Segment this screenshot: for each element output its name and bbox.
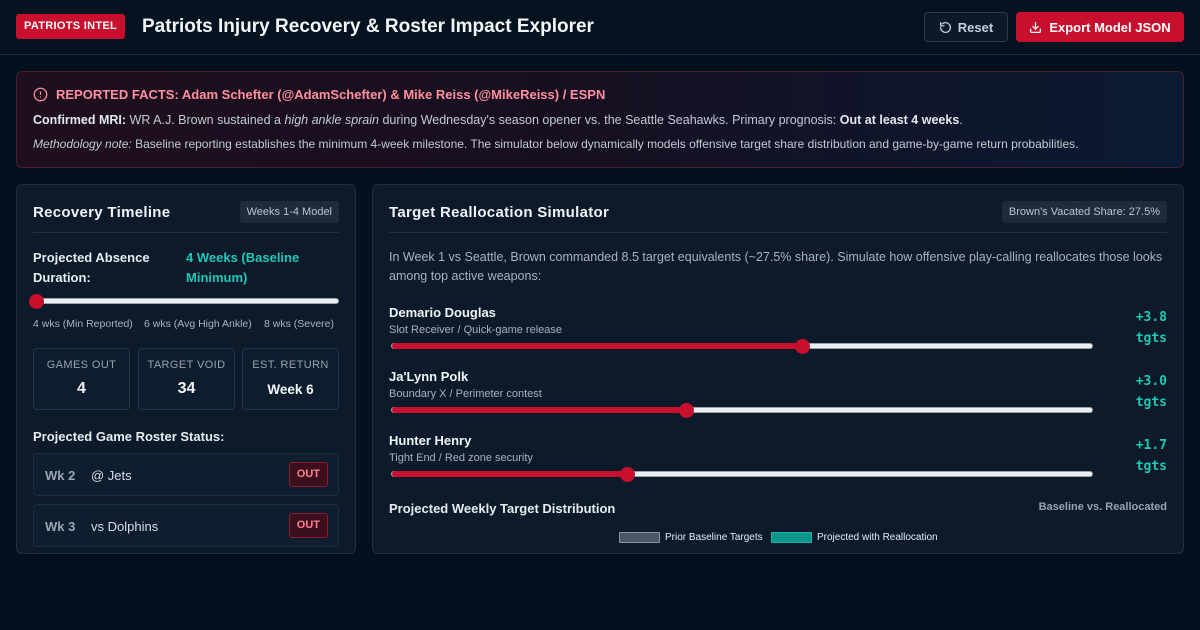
stat-label: EST. RETURN (252, 359, 329, 371)
reset-icon (939, 21, 951, 33)
player-target-slider[interactable] (391, 403, 1093, 418)
legend-reallocated: Projected with Reallocation (771, 532, 938, 543)
roster-row: Wk 3 vs Dolphins OUT (33, 504, 339, 547)
distribution-subtitle: Baseline vs. Reallocated (1038, 501, 1167, 513)
mri-label: Confirmed MRI: (33, 113, 127, 127)
alert-title: REPORTED FACTS: Adam Schefter (@AdamSche… (33, 87, 605, 102)
reported-facts-alert: REPORTED FACTS: Adam Schefter (@AdamSche… (16, 71, 1184, 168)
tick-severe: 8 wks (Severe) (264, 318, 335, 330)
mri-line: Confirmed MRI: WR A.J. Brown sustained a… (33, 113, 963, 127)
player-role: Slot Receiver / Quick-game release (389, 324, 563, 336)
slider-fill (392, 407, 686, 413)
target-reallocation-card: Target Reallocation Simulator Brown's Va… (372, 184, 1184, 554)
brand-badge: PATRIOTS INTEL (16, 14, 126, 39)
player-delta: +3.0 tgts (1117, 371, 1167, 413)
vacated-share-tag: Brown's Vacated Share: 27.5% (1001, 201, 1167, 223)
slider-thumb[interactable] (679, 403, 694, 418)
roster-week: Wk 2 (45, 468, 76, 483)
slider-thumb[interactable] (794, 339, 810, 354)
mri-emphasis: high ankle sprain (284, 113, 379, 127)
slider-fill (392, 471, 627, 477)
absence-label: Projected Absence Duration: (33, 250, 150, 285)
reset-button[interactable]: Reset (924, 12, 1008, 42)
roster-heading: Projected Game Roster Status: (33, 429, 225, 444)
player-role: Boundary X / Perimeter contest (389, 388, 542, 400)
player-delta: +1.7 tgts (1117, 435, 1167, 477)
distribution-title: Projected Weekly Target Distribution (389, 501, 616, 516)
methodology-label: Methodology note: (33, 137, 132, 151)
tick-min: 4 wks (Min Reported) (33, 318, 133, 330)
player-target-slider[interactable] (391, 339, 1093, 354)
stat-value: 4 (77, 380, 86, 397)
mri-text-1: WR A.J. Brown sustained a (129, 113, 281, 127)
stat-games-out: GAMES OUT 4 (33, 348, 130, 410)
simulator-description: In Week 1 vs Seattle, Brown commanded 8.… (389, 250, 1163, 283)
export-button[interactable]: Export Model JSON (1016, 12, 1184, 42)
player-name: Demario Douglas (389, 305, 496, 320)
slider-thumb[interactable] (619, 467, 635, 482)
download-icon (1030, 21, 1042, 33)
delta-unit: tgts (1135, 331, 1167, 346)
player-delta: +3.8 tgts (1117, 307, 1167, 349)
delta-value: +3.0 (1135, 374, 1167, 389)
delta-unit: tgts (1135, 395, 1167, 410)
methodology-text: Baseline reporting establishes the minim… (135, 137, 1079, 151)
player-target-slider[interactable] (391, 467, 1093, 482)
reset-label: Reset (957, 19, 994, 35)
slider-thumb[interactable] (29, 294, 44, 309)
stat-value: 34 (177, 380, 196, 397)
player-name: Ja'Lynn Polk (389, 369, 469, 384)
stat-value: Week 6 (267, 382, 314, 397)
stat-est-return: EST. RETURN Week 6 (242, 348, 339, 410)
alert-title-text: REPORTED FACTS: Adam Schefter (@AdamSche… (56, 87, 606, 102)
legend-swatch (619, 532, 660, 543)
stat-label: TARGET VOID (147, 359, 226, 371)
card-title: Target Reallocation Simulator (389, 204, 610, 221)
card-title: Recovery Timeline (33, 204, 171, 221)
tick-avg: 6 wks (Avg High Ankle) (144, 318, 252, 330)
roster-opponent: vs Dolphins (91, 519, 159, 534)
status-badge: OUT (288, 513, 328, 538)
recovery-timeline-card: Recovery Timeline Weeks 1-4 Model Projec… (16, 184, 356, 554)
slider-fill (392, 343, 802, 349)
mri-text-2: during Wednesday's season opener vs. the… (382, 113, 837, 127)
roster-opponent: @ Jets (91, 468, 132, 483)
mri-end: . (959, 113, 963, 127)
roster-week: Wk 3 (45, 519, 76, 534)
player-name: Hunter Henry (389, 433, 472, 448)
delta-value: +3.8 (1135, 310, 1167, 325)
model-tag: Weeks 1-4 Model (239, 201, 339, 223)
absence-value: 4 Weeks (Baseline Minimum) (186, 250, 300, 285)
delta-unit: tgts (1135, 459, 1167, 474)
legend-baseline: Prior Baseline Targets (619, 532, 763, 543)
mri-prognosis: Out at least 4 weeks (839, 113, 960, 127)
divider (33, 232, 339, 233)
status-badge: OUT (288, 462, 328, 487)
page-title: Patriots Injury Recovery & Roster Impact… (142, 16, 594, 37)
methodology-line: Methodology note: Baseline reporting est… (33, 137, 1078, 151)
info-icon (33, 87, 48, 102)
roster-row: Wk 2 @ Jets OUT (33, 453, 339, 496)
delta-value: +1.7 (1135, 438, 1167, 453)
divider (389, 232, 1167, 233)
stat-label: GAMES OUT (46, 359, 117, 371)
legend-swatch (771, 532, 812, 543)
player-role: Tight End / Red zone security (389, 452, 533, 464)
legend-label: Prior Baseline Targets (665, 532, 763, 543)
stat-target-void: TARGET VOID 34 (138, 348, 235, 410)
export-label: Export Model JSON (1049, 19, 1171, 35)
legend-label: Projected with Reallocation (817, 532, 938, 543)
absence-duration-slider[interactable] (29, 294, 339, 309)
app-header: PATRIOTS INTEL Patriots Injury Recovery … (0, 0, 1200, 55)
